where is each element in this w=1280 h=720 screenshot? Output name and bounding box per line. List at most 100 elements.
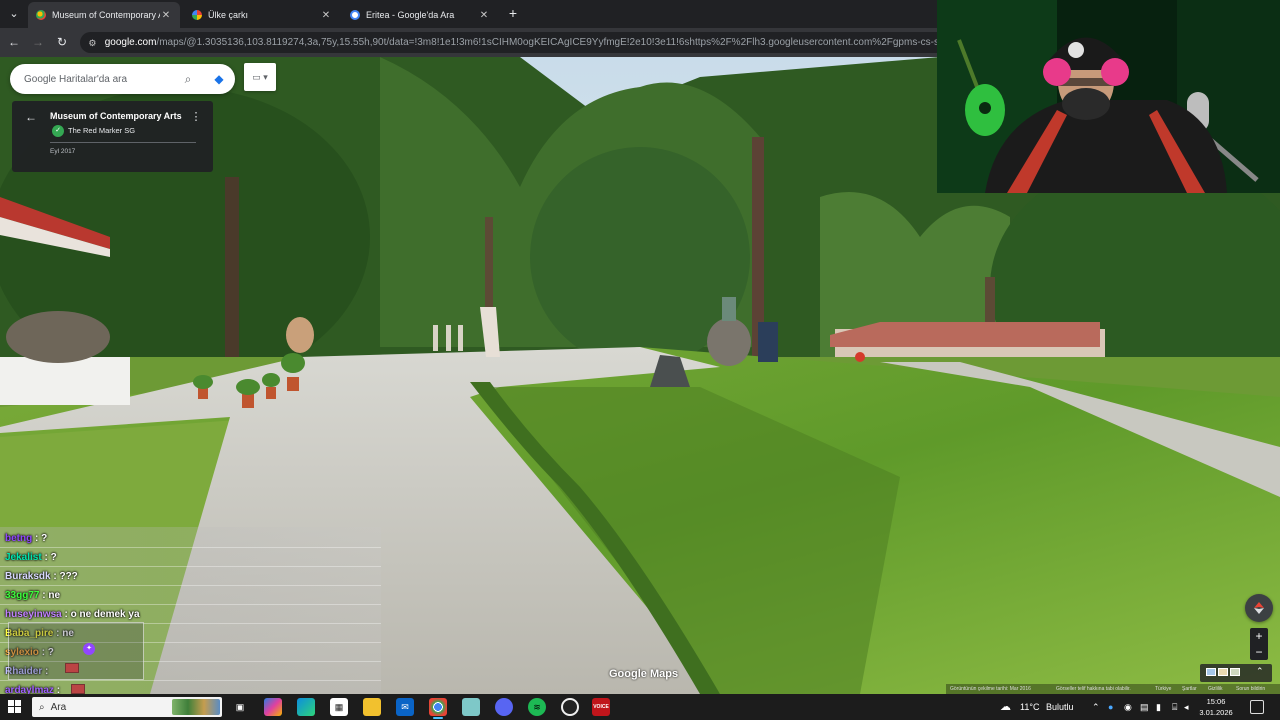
back-arrow-icon[interactable]: ← — [24, 110, 38, 124]
back-arrow-icon[interactable]: ← — [6, 34, 22, 50]
zoom-controls: + − — [1250, 628, 1268, 660]
zoom-in-button[interactable]: + — [1250, 628, 1268, 644]
imagery-thumb[interactable] — [1206, 668, 1216, 676]
taskbar-search-label: Ara — [50, 701, 67, 713]
report-link[interactable]: Sorun bildirin — [1236, 684, 1265, 694]
search-highlight-image — [172, 699, 220, 715]
place-info-card: ← Museum of Contemporary Arts ⋮ ✓ The Re… — [12, 101, 213, 172]
close-tab-icon[interactable]: ✕ — [160, 10, 172, 21]
chat-text: : ne — [39, 590, 61, 601]
photo-author[interactable]: The Red Marker SG — [68, 126, 135, 135]
google-maps-logo: Google Maps — [609, 668, 679, 680]
browser-toolbar: ← → ↻ ⚙ google.com/maps/@1.3035136,103.8… — [0, 28, 940, 57]
edge-icon[interactable] — [297, 698, 315, 716]
reload-icon[interactable]: ↻ — [54, 34, 70, 50]
file-explorer-icon[interactable] — [363, 698, 381, 716]
network-icon[interactable]: ⌸ — [1172, 694, 1177, 720]
notifications-icon[interactable] — [1250, 700, 1264, 714]
tray-app-icon[interactable]: ▤ — [1140, 694, 1149, 720]
close-tab-icon[interactable]: ✕ — [320, 10, 332, 21]
weather-icon[interactable]: ☁ — [1000, 694, 1011, 720]
windows-start-icon[interactable] — [8, 700, 22, 714]
chat-message: Jekalist : ? — [0, 548, 381, 567]
chat-message: betng : ? — [0, 529, 381, 548]
place-title[interactable]: Museum of Contemporary Arts — [50, 111, 182, 121]
privacy-link[interactable]: Gizlilik — [1208, 684, 1222, 694]
country-link[interactable]: Türkiye — [1155, 684, 1171, 694]
chat-text: : o ne demek ya — [61, 609, 140, 620]
chat-username[interactable]: betng — [5, 533, 32, 544]
clock-date: 3.01.2026 — [1199, 708, 1233, 717]
mail-icon[interactable]: ✉ — [396, 698, 414, 716]
zoom-out-button[interactable]: − — [1250, 644, 1268, 660]
expand-chevron-icon[interactable]: ⌃ — [1256, 666, 1264, 677]
maps-search-box[interactable]: ⌕ ◆ — [10, 64, 235, 94]
clock-time: 15:06 — [1206, 697, 1226, 706]
screen: ⌄ Museum of Contemporary Arts ✕ Ülke çar… — [0, 0, 1280, 720]
sub-gift-icon: ✦ — [83, 643, 95, 655]
google-favicon-icon — [350, 10, 360, 20]
maps-search-input[interactable] — [24, 73, 174, 85]
weather-desc[interactable]: Bulutlu — [1046, 694, 1074, 720]
new-tab-button[interactable]: + — [504, 4, 522, 22]
discord-icon[interactable] — [495, 698, 513, 716]
chat-username[interactable]: Jekalist — [5, 552, 42, 563]
copyright-note[interactable]: Görseller telif hakkına tabi olabilir. — [1056, 684, 1131, 694]
notepad-icon[interactable] — [462, 698, 480, 716]
imagery-strip[interactable]: ⌃ — [1200, 664, 1272, 682]
compass-button[interactable] — [1245, 594, 1273, 622]
emote-icon — [65, 663, 79, 673]
emote-icon — [71, 684, 85, 694]
imagery-thumb[interactable] — [1230, 668, 1240, 676]
imagery-thumb[interactable] — [1218, 668, 1228, 676]
tray-app-icon[interactable]: ◉ — [1124, 694, 1132, 720]
divider — [50, 142, 196, 143]
keyboard-shortcuts-button[interactable]: ▭ ▾ — [244, 63, 276, 91]
voicemod-icon[interactable]: VOICE — [592, 698, 610, 716]
copilot-icon[interactable] — [264, 698, 282, 716]
windows-taskbar: ⌕ Ara ▣ ▦ ✉ ≋ VOICE ☁ 11°C Bulutlu ⌃ ● ◉… — [0, 694, 1280, 720]
weather-temp[interactable]: 11°C — [1020, 694, 1039, 720]
system-clock[interactable]: 15:06 3.01.2026 — [1194, 696, 1238, 718]
chat-username[interactable]: 33gg77 — [5, 590, 39, 601]
tab-search-chevron-icon[interactable]: ⌄ — [4, 4, 24, 24]
taskbar-search[interactable]: ⌕ Ara — [32, 697, 222, 717]
wheel-favicon-icon — [192, 10, 202, 20]
show-hidden-icons-icon[interactable]: ⌃ — [1092, 694, 1100, 720]
address-bar[interactable]: ⚙ google.com/maps/@1.3035136,103.8119274… — [80, 32, 940, 53]
streamer-camera-image — [937, 0, 1280, 193]
google-maps-favicon-icon — [36, 10, 46, 20]
tray-app-icon[interactable]: ● — [1108, 694, 1113, 720]
search-icon: ⌕ — [39, 701, 45, 713]
store-icon[interactable]: ▦ — [330, 698, 348, 716]
directions-icon[interactable]: ◆ — [211, 71, 227, 87]
compass-needle-icon — [1254, 602, 1264, 614]
search-icon[interactable]: ⌕ — [180, 71, 196, 87]
microphone-icon[interactable]: ▮ — [1156, 694, 1161, 720]
chat-username[interactable]: huseyinwsa — [5, 609, 62, 620]
url-text[interactable]: google.com/maps/@1.3035136,103.8119274,3… — [105, 37, 940, 48]
task-view-icon[interactable]: ▣ — [231, 698, 249, 716]
maps-footer: Görüntünün çekilme tarihi: Mar 2016 Görs… — [946, 684, 1280, 694]
capture-date[interactable]: Eyl 2017 — [50, 148, 75, 155]
more-options-icon[interactable]: ⋮ — [190, 110, 202, 124]
chat-event-box: ✦ — [8, 622, 144, 694]
tab-museum[interactable]: Museum of Contemporary Arts ✕ — [28, 2, 180, 28]
close-tab-icon[interactable]: ✕ — [478, 10, 490, 21]
volume-icon[interactable]: ◂ — [1184, 694, 1189, 720]
chat-text: : ??? — [50, 571, 78, 582]
chrome-icon[interactable] — [429, 698, 447, 719]
chat-text: : ? — [41, 552, 57, 563]
site-info-icon[interactable]: ⚙ — [86, 36, 99, 50]
forward-arrow-icon[interactable]: → — [30, 34, 46, 50]
tab-wheel[interactable]: Ülke çarkı ✕ — [184, 2, 340, 28]
chat-text: : ? — [32, 533, 48, 544]
verified-check-icon: ✓ — [52, 125, 64, 137]
tab-google-search[interactable]: Eritea - Google'da Ara ✕ — [342, 2, 498, 28]
obs-icon[interactable] — [561, 698, 579, 716]
spotify-icon[interactable]: ≋ — [528, 698, 546, 716]
chat-username[interactable]: Buraksdk — [5, 571, 51, 582]
chat-message: Buraksdk : ??? — [0, 567, 381, 586]
terms-link[interactable]: Şartlar — [1182, 684, 1197, 694]
webcam-overlay — [937, 0, 1280, 193]
